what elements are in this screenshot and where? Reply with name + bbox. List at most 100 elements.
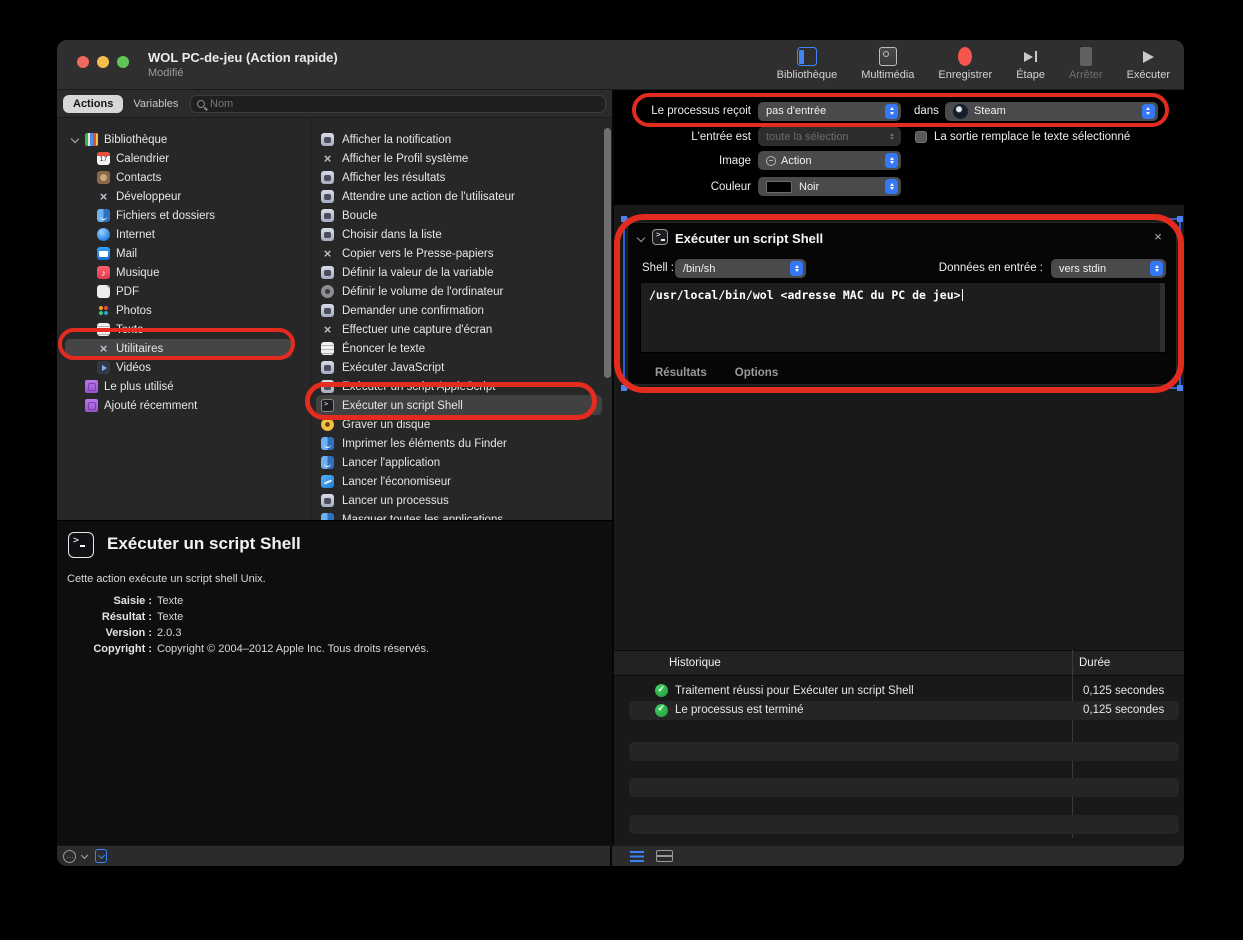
sidebar-item[interactable]: Le plus utilisé <box>57 377 310 396</box>
action-list-item[interactable]: Attendre une action de l'utilisateur <box>311 187 612 206</box>
replace-text-checkbox[interactable] <box>915 131 927 143</box>
history-row[interactable]: Traitement réussi pour Exécuter un scrip… <box>629 681 1179 700</box>
ellipsis-circle-icon[interactable]: … <box>63 850 76 863</box>
panels-view-icon[interactable] <box>656 850 671 862</box>
sidebar-item[interactable]: Musique <box>57 263 310 282</box>
script-editor[interactable]: /usr/local/bin/wol <adresse MAC du PC de… <box>640 282 1166 353</box>
toolbar-button-label: Étape <box>1016 69 1045 81</box>
window-modified-status: Modifié <box>148 67 183 79</box>
history-row-duration: 0,125 secondes <box>1079 685 1179 697</box>
minimize-window-button[interactable] <box>97 56 109 68</box>
action-item-icon <box>321 456 334 469</box>
zoom-window-button[interactable] <box>117 56 129 68</box>
results-tab[interactable]: Résultats <box>655 367 707 379</box>
sidebar-item[interactable]: PDF <box>57 282 310 301</box>
toolbar-button[interactable]: Enregistrer <box>938 47 992 81</box>
sidebar-item[interactable]: Calendrier <box>57 149 310 168</box>
sidebar-item[interactable]: Texte <box>57 320 310 339</box>
sidebar-item-icon <box>85 399 98 412</box>
search-input[interactable]: Nom <box>190 95 606 113</box>
action-list-item[interactable]: Imprimer les éléments du Finder <box>311 434 612 453</box>
description-field-value: Texte <box>157 611 183 623</box>
options-tab[interactable]: Options <box>735 367 778 379</box>
actions-list-scrollbar[interactable] <box>604 128 611 378</box>
sidebar-item[interactable]: Développeur <box>57 187 310 206</box>
action-list-item[interactable]: Graver un disque <box>311 415 612 434</box>
action-list-item[interactable]: Afficher les résultats <box>311 168 612 187</box>
toolbar-button[interactable]: Étape <box>1016 47 1045 81</box>
toolbar: Bibliothèque Multimédia Enregistrer Étap… <box>777 47 1170 81</box>
toolbar-button[interactable]: Arrêter <box>1069 47 1103 81</box>
action-list-item[interactable]: Définir le volume de l'ordinateur <box>311 282 612 301</box>
sidebar-item[interactable]: Utilitaires <box>57 339 310 358</box>
action-list-item[interactable]: Demander une confirmation <box>311 301 612 320</box>
action-item-icon <box>321 304 334 317</box>
toolbar-button[interactable]: Bibliothèque <box>777 47 838 81</box>
input-data-popup[interactable]: vers stdin <box>1051 259 1166 278</box>
automator-window: WOL PC-de-jeu (Action rapide) Modifié Bi… <box>57 40 1184 866</box>
sidebar-item-label: Musique <box>116 267 159 279</box>
color-popup[interactable]: Noir <box>758 177 901 196</box>
action-item-label: Afficher la notification <box>342 134 451 146</box>
selection-handle[interactable] <box>621 385 627 391</box>
history-row[interactable]: Le processus est terminé 0,125 secondes <box>629 701 1179 720</box>
search-placeholder: Nom <box>210 98 233 110</box>
sidebar-item[interactable]: Ajouté récemment <box>57 396 310 415</box>
action-list-item[interactable]: Définir la valeur de la variable <box>311 263 612 282</box>
action-item-label: Masquer toutes les applications <box>342 514 503 521</box>
tab-variables[interactable]: Variables <box>123 95 188 113</box>
sidebar-item[interactable]: Mail <box>57 244 310 263</box>
action-item-label: Boucle <box>342 210 377 222</box>
action-list-item[interactable]: Énoncer le texte <box>311 339 612 358</box>
selection-handle[interactable] <box>1177 385 1183 391</box>
tab-actions[interactable]: Actions <box>63 95 123 113</box>
action-list-item[interactable]: Copier vers le Presse-papiers <box>311 244 612 263</box>
action-list-item[interactable]: Choisir dans la liste <box>311 225 612 244</box>
toolbar-button-icon <box>879 47 897 66</box>
action-list-item[interactable]: Lancer l'application <box>311 453 612 472</box>
selection-handle[interactable] <box>621 216 627 222</box>
action-item-icon <box>321 513 334 520</box>
action-list-item[interactable]: Afficher la notification <box>311 130 612 149</box>
shell-popup[interactable]: /bin/sh <box>675 259 806 278</box>
sidebar-item[interactable]: Contacts <box>57 168 310 187</box>
action-item-icon <box>321 475 334 488</box>
workflow-pane: Le processus reçoit pas d'entrée dans St… <box>612 90 1184 845</box>
sidebar-item[interactable]: Bibliothèque <box>57 130 310 149</box>
action-item-icon <box>321 399 334 412</box>
collapse-chevron-icon[interactable] <box>637 235 645 243</box>
history-empty-row <box>629 742 1179 761</box>
action-list-item[interactable]: Exécuter un script Shell <box>311 396 612 415</box>
chevron-down-icon[interactable] <box>69 133 82 146</box>
action-list-item[interactable]: Effectuer une capture d'écran <box>311 320 612 339</box>
action-list-item[interactable]: Exécuter un script AppleScript <box>311 377 612 396</box>
close-action-button[interactable]: × <box>1150 229 1166 245</box>
sidebar-item[interactable]: Vidéos <box>57 358 310 377</box>
action-list-item[interactable]: Masquer toutes les applications <box>311 510 612 520</box>
script-scrollbar[interactable] <box>1160 283 1165 352</box>
action-list-item[interactable]: Boucle <box>311 206 612 225</box>
variables-toggle-icon[interactable] <box>95 849 107 863</box>
sidebar-item[interactable]: Fichiers et dossiers <box>57 206 310 225</box>
image-popup[interactable]: Action <box>758 151 901 170</box>
sidebar-item-label: Texte <box>116 324 144 336</box>
action-list-item[interactable]: Exécuter JavaScript <box>311 358 612 377</box>
action-item-icon <box>321 342 334 355</box>
selection-handle[interactable] <box>1177 216 1183 222</box>
history-row-duration: 0,125 secondes <box>1079 704 1179 716</box>
close-window-button[interactable] <box>77 56 89 68</box>
input-type-popup[interactable]: pas d'entrée <box>758 102 901 121</box>
toolbar-button[interactable]: Multimédia <box>861 47 914 81</box>
application-popup[interactable]: Steam <box>945 102 1158 121</box>
image-label: Image <box>614 155 758 167</box>
action-list-item[interactable]: Afficher le Profil système <box>311 149 612 168</box>
action-item-label: Attendre une action de l'utilisateur <box>342 191 515 203</box>
toolbar-button-icon <box>1024 47 1038 66</box>
action-list-item[interactable]: Lancer un processus <box>311 491 612 510</box>
sidebar-item[interactable]: Photos <box>57 301 310 320</box>
chevron-down-icon[interactable] <box>81 852 89 860</box>
toolbar-button[interactable]: Exécuter <box>1127 47 1170 81</box>
log-list-icon[interactable] <box>630 851 644 862</box>
sidebar-item[interactable]: Internet <box>57 225 310 244</box>
action-list-item[interactable]: Lancer l'économiseur <box>311 472 612 491</box>
